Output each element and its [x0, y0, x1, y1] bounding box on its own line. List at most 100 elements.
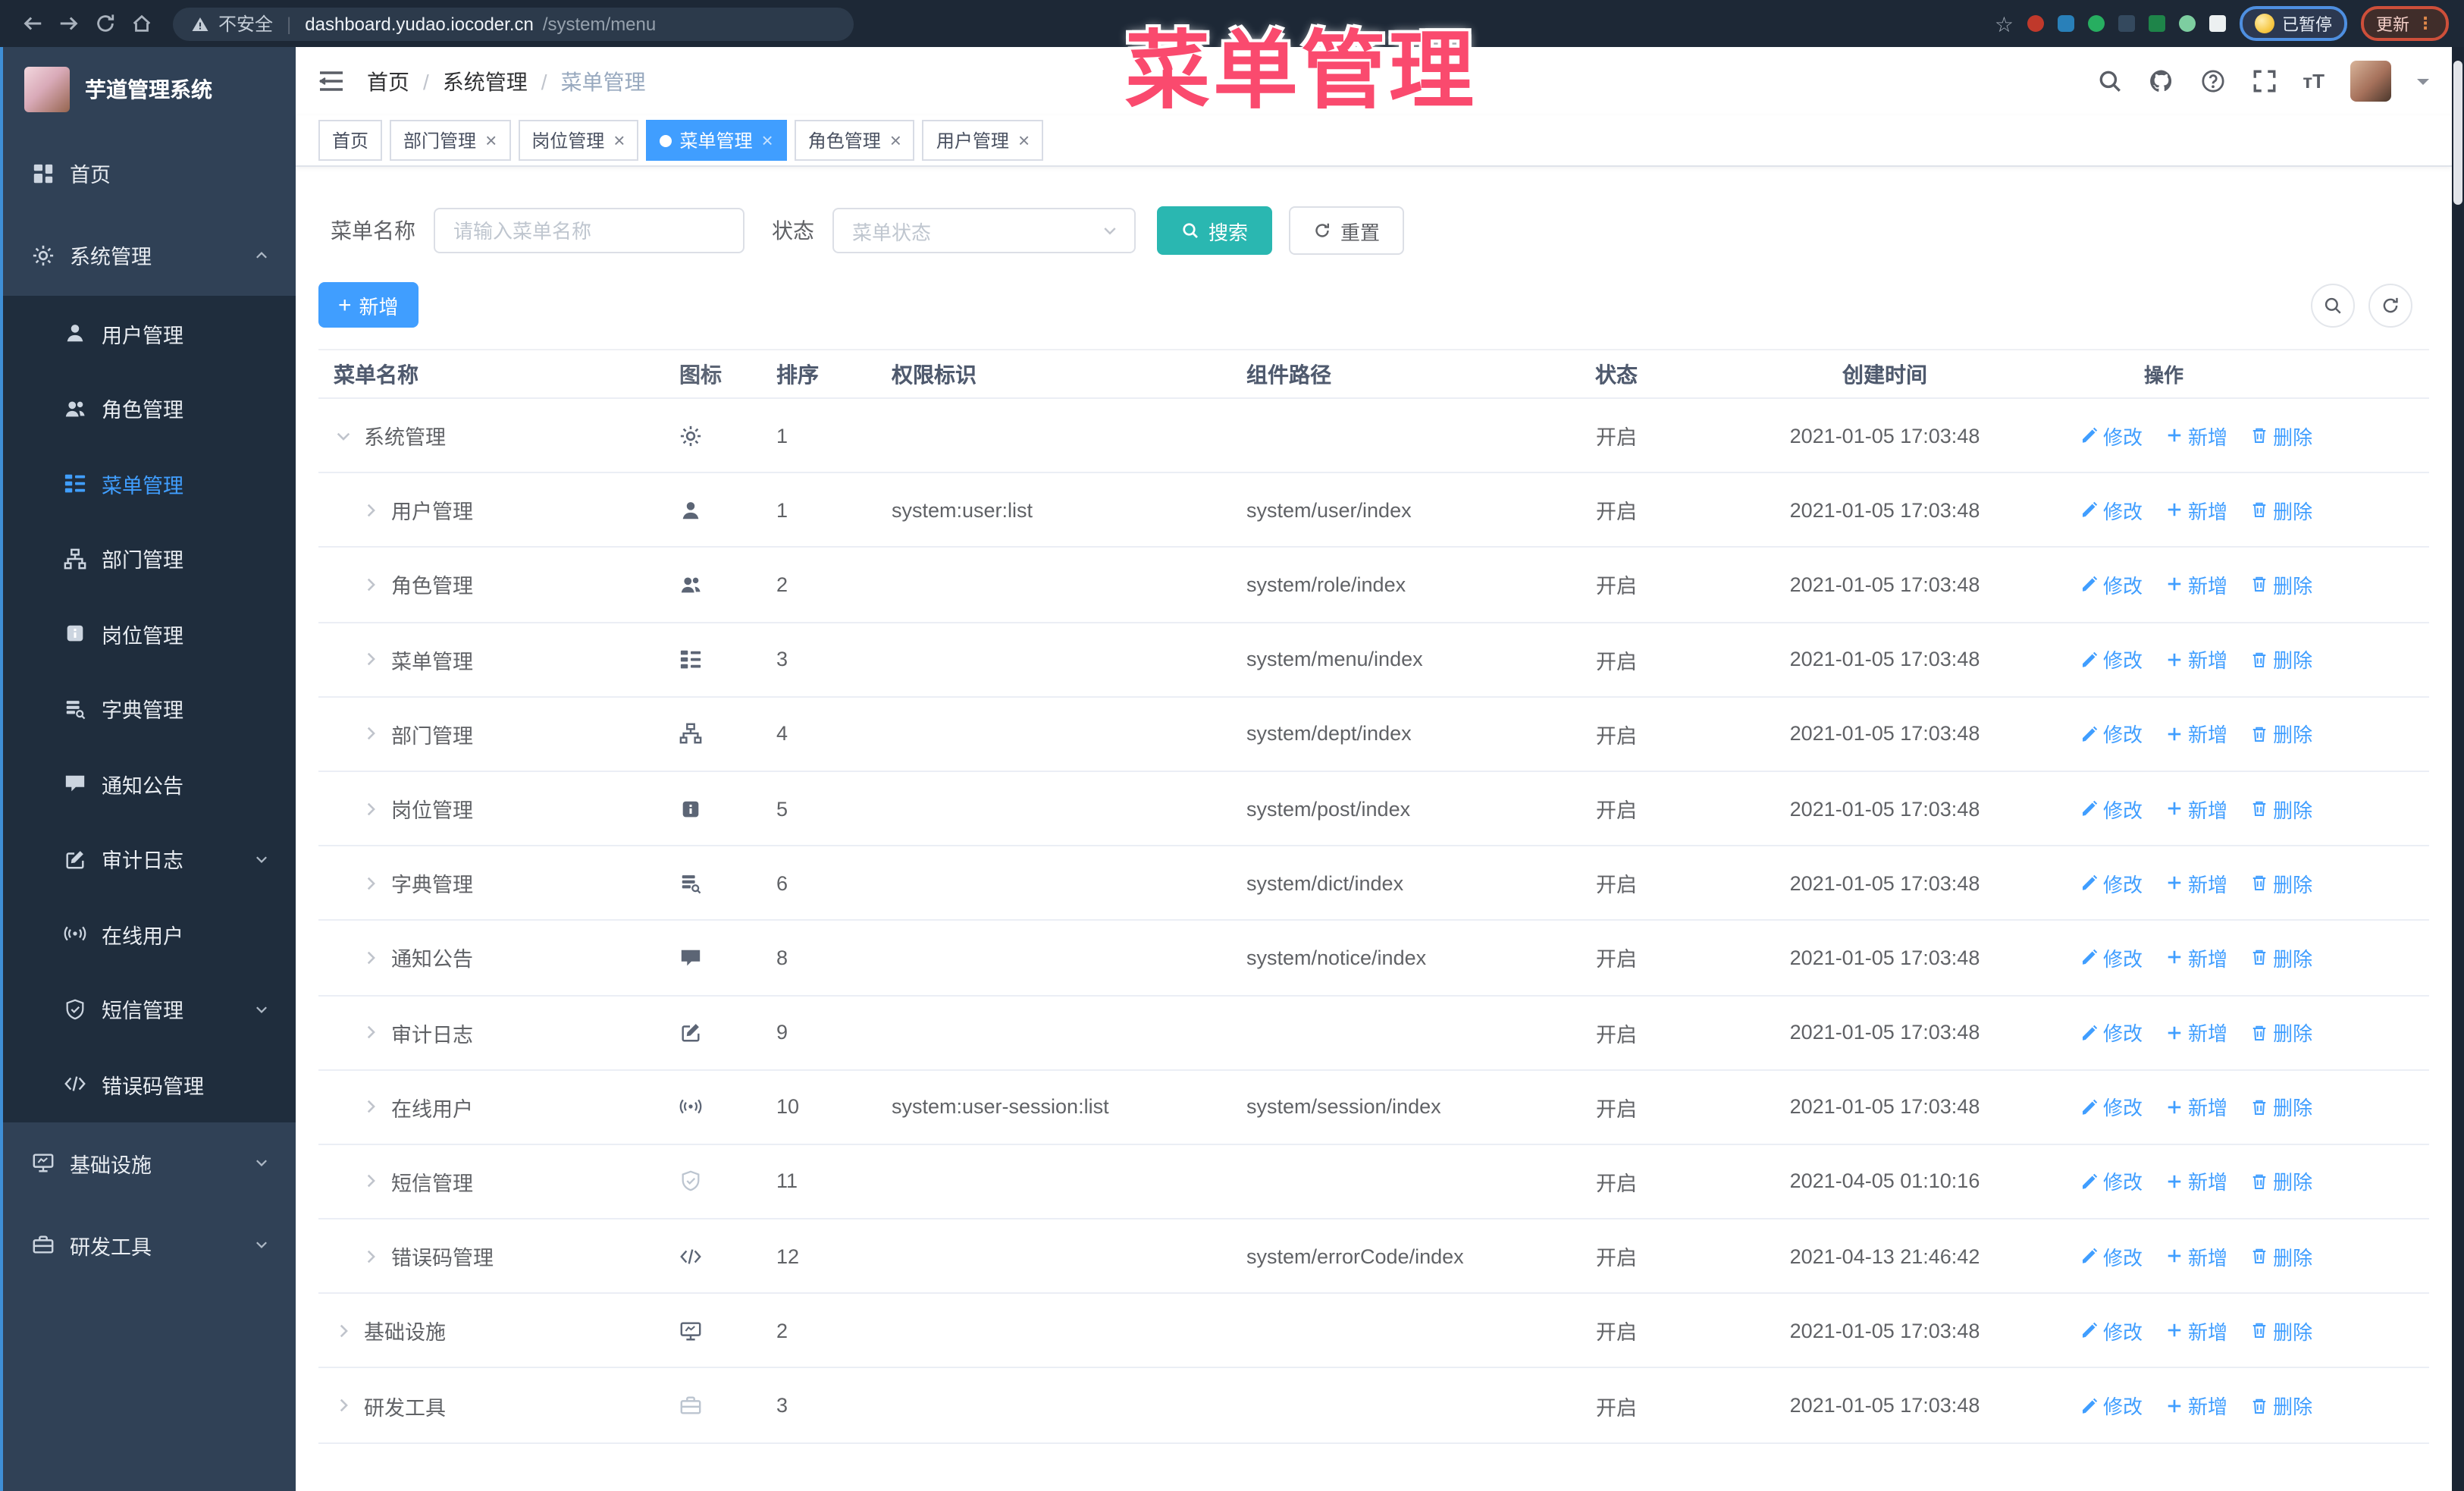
expand-chevron-right-icon[interactable]: [361, 799, 381, 818]
edit-action[interactable]: 修改: [2080, 794, 2143, 823]
sidebar-item-字典管理[interactable]: 字典管理: [0, 671, 296, 746]
breadcrumb-system[interactable]: 系统管理: [443, 66, 528, 96]
breadcrumb-home[interactable]: 首页: [367, 66, 409, 96]
delete-action[interactable]: 删除: [2250, 1093, 2312, 1122]
reset-button[interactable]: 重置: [1289, 206, 1405, 255]
extension-bars-icon[interactable]: [2118, 15, 2135, 32]
edit-action[interactable]: 修改: [2080, 1317, 2143, 1345]
help-icon[interactable]: [2199, 68, 2225, 94]
sidebar-item-审计日志[interactable]: 审计日志: [0, 821, 296, 896]
expand-chevron-right-icon[interactable]: [361, 948, 381, 968]
edit-action[interactable]: 修改: [2080, 570, 2143, 599]
bookmark-star-icon[interactable]: ☆: [1995, 13, 2014, 34]
add-action[interactable]: 新增: [2165, 645, 2227, 673]
add-action[interactable]: 新增: [2165, 1167, 2227, 1196]
tab-岗位管理[interactable]: 岗位管理 ×: [518, 120, 639, 161]
extension-puzzle-icon[interactable]: [2209, 15, 2226, 32]
delete-action[interactable]: 删除: [2250, 720, 2312, 749]
tab-部门管理[interactable]: 部门管理 ×: [390, 120, 511, 161]
extension-on-badge-icon[interactable]: [2149, 15, 2165, 32]
scrollbar-track[interactable]: [2452, 47, 2464, 1491]
expand-chevron-down-icon[interactable]: [334, 425, 353, 445]
close-icon[interactable]: ×: [762, 130, 773, 150]
sidebar-item-研发工具[interactable]: 研发工具: [0, 1204, 296, 1285]
sidebar-item-部门管理[interactable]: 部门管理: [0, 521, 296, 596]
update-button[interactable]: 更新 ⋮: [2361, 6, 2449, 41]
expand-chevron-right-icon[interactable]: [361, 1097, 381, 1117]
home-icon[interactable]: [124, 7, 158, 40]
chevron-down-icon[interactable]: [2417, 79, 2429, 91]
add-action[interactable]: 新增: [2165, 794, 2227, 823]
delete-action[interactable]: 删除: [2250, 496, 2312, 525]
extension-leaf-icon[interactable]: [2179, 15, 2196, 32]
expand-chevron-right-icon[interactable]: [361, 1246, 381, 1266]
scrollbar-thumb[interactable]: [2453, 61, 2462, 205]
sidebar-item-系统管理[interactable]: 系统管理: [0, 214, 296, 296]
add-action[interactable]: 新增: [2165, 720, 2227, 749]
forward-icon[interactable]: [52, 7, 85, 40]
delete-action[interactable]: 删除: [2250, 868, 2312, 897]
edit-action[interactable]: 修改: [2080, 1018, 2143, 1047]
edit-action[interactable]: 修改: [2080, 1391, 2143, 1420]
github-icon[interactable]: [2148, 68, 2174, 94]
edit-action[interactable]: 修改: [2080, 720, 2143, 749]
edit-action[interactable]: 修改: [2080, 1093, 2143, 1122]
expand-chevron-right-icon[interactable]: [361, 1022, 381, 1042]
delete-action[interactable]: 删除: [2250, 1018, 2312, 1047]
show-search-toggle-button[interactable]: [2311, 283, 2355, 327]
sidebar-item-首页[interactable]: 首页: [0, 132, 296, 214]
edit-action[interactable]: 修改: [2080, 645, 2143, 673]
close-icon[interactable]: ×: [1018, 130, 1030, 150]
add-action[interactable]: 新增: [2165, 1391, 2227, 1420]
expand-chevron-right-icon[interactable]: [361, 575, 381, 595]
add-action[interactable]: 新增: [2165, 421, 2227, 450]
expand-chevron-right-icon[interactable]: [361, 873, 381, 893]
extension-blue-icon[interactable]: [2058, 15, 2074, 32]
expand-chevron-right-icon[interactable]: [334, 1321, 353, 1341]
add-action[interactable]: 新增: [2165, 943, 2227, 972]
edit-action[interactable]: 修改: [2080, 868, 2143, 897]
fullscreen-icon[interactable]: [2251, 68, 2277, 94]
expand-chevron-right-icon[interactable]: [334, 1395, 353, 1415]
delete-action[interactable]: 删除: [2250, 421, 2312, 450]
extension-green-check-icon[interactable]: [2088, 15, 2105, 32]
menu-name-input[interactable]: [434, 208, 745, 253]
paused-badge[interactable]: 已暂停: [2240, 6, 2347, 41]
reload-icon[interactable]: [88, 7, 121, 40]
expand-chevron-right-icon[interactable]: [361, 1172, 381, 1191]
app-logo-block[interactable]: 芋道管理系统: [0, 47, 296, 132]
search-button[interactable]: 搜索: [1157, 206, 1273, 255]
tab-菜单管理[interactable]: 菜单管理 ×: [646, 120, 787, 161]
hamburger-icon[interactable]: [318, 70, 344, 93]
sidebar-item-短信管理[interactable]: 短信管理: [0, 972, 296, 1047]
sidebar-item-基础设施[interactable]: 基础设施: [0, 1122, 296, 1204]
edit-action[interactable]: 修改: [2080, 496, 2143, 525]
delete-action[interactable]: 删除: [2250, 645, 2312, 673]
sidebar-item-在线用户[interactable]: 在线用户: [0, 896, 296, 972]
delete-action[interactable]: 删除: [2250, 794, 2312, 823]
address-bar[interactable]: 不安全 | dashboard.yudao.iocoder.cn/system/…: [173, 7, 854, 40]
add-action[interactable]: 新增: [2165, 1241, 2227, 1270]
tab-用户管理[interactable]: 用户管理 ×: [922, 120, 1044, 161]
add-action[interactable]: 新增: [2165, 496, 2227, 525]
tab-角色管理[interactable]: 角色管理 ×: [794, 120, 915, 161]
font-size-icon[interactable]: тT: [2303, 70, 2324, 93]
edit-action[interactable]: 修改: [2080, 1167, 2143, 1196]
close-icon[interactable]: ×: [890, 130, 901, 150]
sidebar-item-错误码管理[interactable]: 错误码管理: [0, 1047, 296, 1122]
delete-action[interactable]: 删除: [2250, 1241, 2312, 1270]
expand-chevron-right-icon[interactable]: [361, 724, 381, 744]
delete-action[interactable]: 删除: [2250, 943, 2312, 972]
close-icon[interactable]: ×: [613, 130, 625, 150]
tab-首页[interactable]: 首页: [318, 120, 383, 161]
edit-action[interactable]: 修改: [2080, 421, 2143, 450]
close-icon[interactable]: ×: [485, 130, 497, 150]
expand-chevron-right-icon[interactable]: [361, 649, 381, 669]
add-action[interactable]: 新增: [2165, 1018, 2227, 1047]
back-icon[interactable]: [15, 7, 49, 40]
status-select[interactable]: 菜单状态: [832, 208, 1136, 253]
delete-action[interactable]: 删除: [2250, 1391, 2312, 1420]
sidebar-item-通知公告[interactable]: 通知公告: [0, 746, 296, 821]
expand-chevron-right-icon[interactable]: [361, 501, 381, 520]
delete-action[interactable]: 删除: [2250, 1167, 2312, 1196]
